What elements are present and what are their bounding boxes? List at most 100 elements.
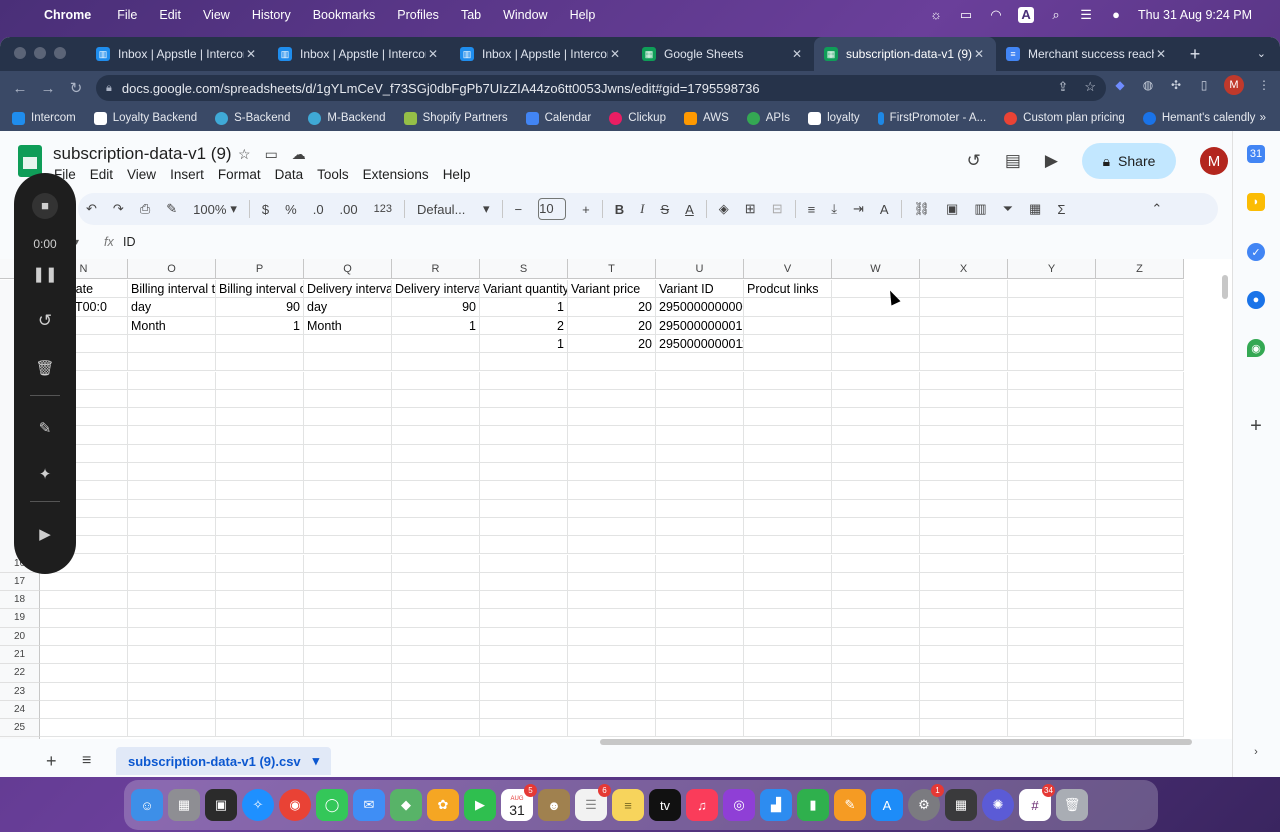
cell-empty[interactable] [216, 664, 304, 683]
cell-empty[interactable] [832, 572, 920, 592]
cell-empty[interactable] [392, 463, 480, 482]
cell-empty[interactable] [392, 517, 480, 537]
cell-empty[interactable] [216, 353, 304, 372]
siri-icon[interactable]: ● [1108, 7, 1124, 23]
spotlight-search-icon[interactable]: ⌕ [1048, 7, 1064, 23]
cell-empty[interactable] [1096, 481, 1184, 500]
cell-empty[interactable] [832, 481, 920, 500]
column-header-R[interactable]: R [392, 259, 480, 279]
cell-empty[interactable] [216, 609, 304, 628]
cell-empty[interactable] [920, 609, 1008, 628]
launchpad-icon[interactable]: ▦ [168, 789, 200, 821]
input-source-icon[interactable]: A [1018, 7, 1035, 23]
cell-empty[interactable] [392, 700, 480, 720]
cell-empty[interactable] [128, 700, 216, 720]
cell-T-row4[interactable]: 20 [568, 334, 656, 354]
cell-empty[interactable] [1008, 481, 1096, 500]
functions-icon[interactable]: Σ [1057, 202, 1065, 217]
close-tab-icon[interactable]: ✕ [790, 47, 804, 61]
row-header[interactable]: 25 [0, 719, 40, 738]
cell-empty[interactable] [40, 591, 128, 610]
column-header-Q[interactable]: Q [304, 259, 392, 279]
cell-empty[interactable] [128, 572, 216, 592]
close-tab-icon[interactable]: ✕ [972, 47, 986, 61]
cell-O-row3[interactable]: Month [128, 316, 216, 335]
cell-empty[interactable] [128, 499, 216, 518]
bookmark-intercom[interactable]: Intercom [12, 111, 76, 125]
cell-empty[interactable] [656, 426, 744, 445]
cell-R-row2[interactable]: 90 [392, 298, 480, 317]
cell-empty[interactable] [744, 554, 832, 573]
cell-empty[interactable] [832, 371, 920, 390]
new-tab-button[interactable]: + [1178, 37, 1212, 71]
pages-icon[interactable]: ✎ [834, 789, 866, 821]
filter-icon[interactable]: ⏷ [1003, 201, 1013, 217]
cell-empty[interactable] [392, 572, 480, 592]
calculator-icon[interactable]: ▦ [945, 789, 977, 821]
cell-empty[interactable] [568, 700, 656, 720]
decrease-decimal-button[interactable]: .0 [313, 202, 324, 217]
cell-empty[interactable] [1096, 389, 1184, 409]
podcasts-icon[interactable]: ◎ [723, 789, 755, 821]
cell-empty[interactable] [304, 627, 392, 646]
cell-empty[interactable] [568, 646, 656, 665]
cell-empty[interactable] [568, 371, 656, 390]
cell-Q-row4[interactable] [304, 334, 392, 354]
bookmarks-overflow-icon[interactable]: » [1260, 112, 1266, 124]
system-settings-icon[interactable]: ⚙ 1 [908, 784, 944, 821]
cell-empty[interactable] [656, 627, 744, 646]
cell-empty[interactable] [480, 408, 568, 427]
cell-empty[interactable] [1096, 572, 1184, 592]
mission-control-icon[interactable]: ▣ [205, 789, 237, 821]
cell-empty[interactable] [128, 481, 216, 500]
cell-empty[interactable] [40, 572, 128, 592]
cell-empty[interactable] [216, 389, 304, 409]
get-addons-icon[interactable]: + [1247, 415, 1265, 437]
cell-empty[interactable] [656, 463, 744, 482]
cell-Y-row3[interactable] [1008, 316, 1096, 335]
row-header[interactable]: 19 [0, 609, 40, 628]
cell-W-row3[interactable] [832, 316, 920, 335]
cell-empty[interactable] [920, 664, 1008, 683]
cell-empty[interactable] [128, 609, 216, 628]
browser-tab-intercom-1[interactable]: ▥ Inbox | Appstle | Intercom ✕ [86, 37, 268, 71]
cell-empty[interactable] [744, 371, 832, 390]
cell-empty[interactable] [128, 627, 216, 646]
cell-empty[interactable] [744, 408, 832, 427]
cell-empty[interactable] [1008, 591, 1096, 610]
cell-S-row2[interactable]: 1 [480, 298, 568, 317]
cell-empty[interactable] [480, 719, 568, 738]
column-header-O[interactable]: O [128, 259, 216, 279]
wifi-icon[interactable]: ◠ [988, 7, 1004, 23]
cell-empty[interactable] [392, 664, 480, 683]
cell-empty[interactable] [304, 700, 392, 720]
cell-empty[interactable] [40, 627, 128, 646]
cell-empty[interactable] [1096, 444, 1184, 463]
cell-empty[interactable] [304, 408, 392, 427]
cell-empty[interactable] [656, 353, 744, 372]
cell-Y-row2[interactable] [1008, 298, 1096, 317]
cell-empty[interactable] [392, 408, 480, 427]
row-header[interactable]: 20 [0, 627, 40, 646]
row-header[interactable]: 22 [0, 664, 40, 683]
messages-icon[interactable]: ◯ [316, 789, 348, 821]
cell-O-row4[interactable] [128, 334, 216, 354]
cell-empty[interactable] [744, 426, 832, 445]
cell-empty[interactable] [656, 591, 744, 610]
cell-X-row1[interactable] [920, 280, 1008, 299]
cell-empty[interactable] [216, 646, 304, 665]
menubar-item-file[interactable]: File [117, 8, 137, 22]
cell-empty[interactable] [1096, 353, 1184, 372]
zoom-select[interactable]: 100% [193, 202, 226, 217]
cell-empty[interactable] [832, 536, 920, 555]
cell-empty[interactable] [392, 371, 480, 390]
maps-icon[interactable]: ◉ [1247, 339, 1265, 357]
cell-empty[interactable] [392, 609, 480, 628]
document-title[interactable]: subscription-data-v1 (9) [53, 144, 232, 164]
cell-T-row2[interactable]: 20 [568, 298, 656, 317]
cell-empty[interactable] [568, 499, 656, 518]
cell-empty[interactable] [216, 517, 304, 537]
fill-color-icon[interactable]: ◈ [719, 201, 729, 217]
cell-empty[interactable] [216, 444, 304, 463]
undo-icon[interactable]: ↶ [86, 201, 97, 217]
